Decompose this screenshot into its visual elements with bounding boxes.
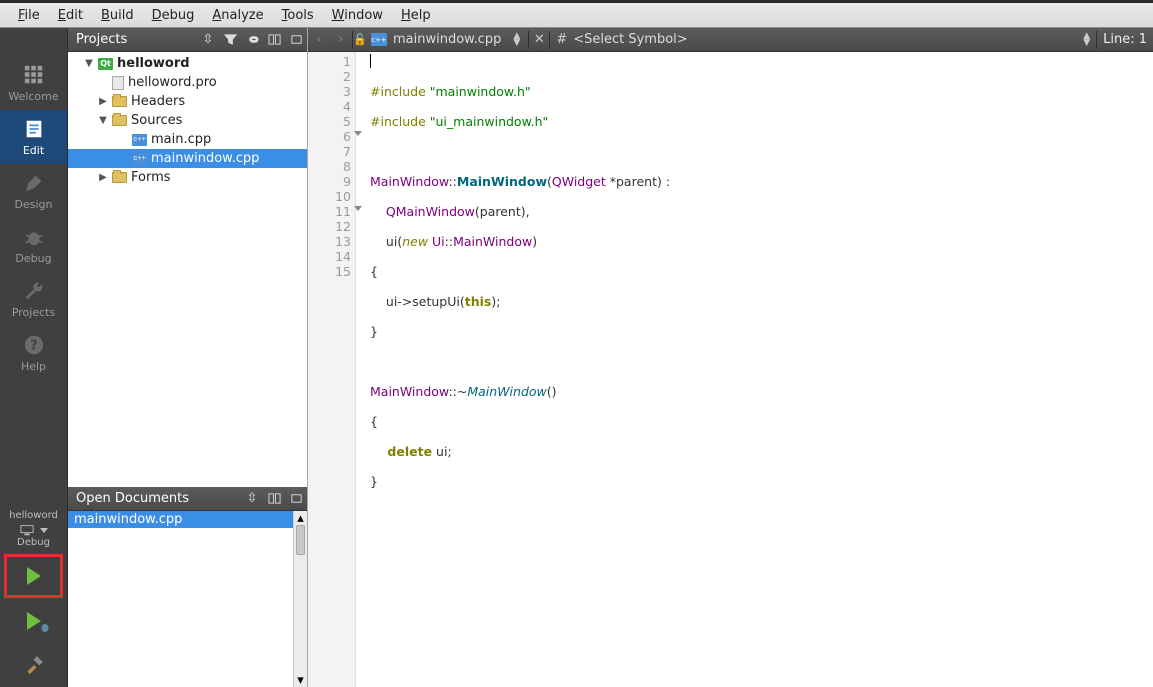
projects-panel-title: Projects	[76, 32, 197, 47]
tree-label: main.cpp	[151, 132, 211, 147]
build-button[interactable]	[0, 643, 67, 687]
run-button[interactable]	[4, 554, 63, 598]
split-icon[interactable]	[263, 492, 285, 505]
mode-debug[interactable]: Debug	[0, 218, 67, 272]
cpp-file-icon: c++	[132, 153, 147, 165]
bug-icon	[23, 226, 45, 248]
target-selector[interactable]: helloword Debug	[0, 505, 67, 553]
editor-toolbar: ‹ › 🔓 c++ mainwindow.cpp ▲▼ ✕ # <Select …	[308, 28, 1153, 52]
folder-icon	[112, 96, 127, 107]
tree-label: helloword	[117, 56, 190, 71]
mode-label: Debug	[15, 252, 51, 265]
projects-panel-header: Projects ⇳	[68, 28, 307, 52]
open-documents-panel: Open Documents ⇳ mainwindow.cpp ▴ ▾	[68, 487, 307, 687]
grid-icon	[23, 64, 45, 86]
menu-bar: File Edit Build Debug Analyze Tools Wind…	[0, 0, 1153, 28]
play-icon	[27, 567, 41, 585]
chevron-down-icon	[40, 528, 48, 533]
open-documents-header: Open Documents ⇳	[68, 487, 307, 511]
tree-sources[interactable]: ▼ Sources	[68, 111, 307, 130]
filter-icon[interactable]	[219, 33, 241, 46]
qt-project-icon: Qt	[98, 58, 113, 70]
project-tree[interactable]: ▼ Qt helloword ▶ helloword.pro ▶ Headers…	[68, 52, 307, 487]
tree-source-item[interactable]: ▶ c++ main.cpp	[68, 130, 307, 149]
menu-build[interactable]: Build	[93, 6, 142, 25]
mode-label: Projects	[12, 306, 55, 319]
mode-help[interactable]: ? Help	[0, 326, 67, 380]
menu-debug[interactable]: Debug	[144, 6, 203, 25]
svg-text:?: ?	[30, 338, 37, 353]
scroll-down-button[interactable]: ▾	[294, 673, 307, 687]
menu-help[interactable]: Help	[393, 6, 439, 25]
wrench-icon	[23, 280, 45, 302]
hammer-icon	[24, 655, 44, 675]
document-icon	[23, 118, 45, 140]
editor-area: ‹ › 🔓 c++ mainwindow.cpp ▲▼ ✕ # <Select …	[308, 28, 1153, 687]
run-debug-button[interactable]	[0, 599, 67, 643]
mode-welcome[interactable]: Welcome	[0, 56, 67, 110]
nav-back-button[interactable]: ‹	[308, 32, 330, 47]
scrollbar[interactable]: ▴ ▾	[293, 511, 307, 687]
updown-icon[interactable]: ⇳	[197, 32, 219, 47]
link-icon[interactable]	[241, 33, 263, 46]
scroll-up-button[interactable]: ▴	[294, 511, 307, 525]
mode-label: Help	[21, 360, 46, 373]
target-project-label: helloword	[0, 509, 67, 522]
cpp-file-icon: c++	[132, 134, 147, 146]
split-icon[interactable]	[263, 33, 285, 46]
tree-headers[interactable]: ▶ Headers	[68, 92, 307, 111]
open-documents-title: Open Documents	[76, 491, 241, 506]
mode-label: Welcome	[8, 90, 58, 103]
line-gutter: 1 2 3 4 5 6 7 8 9 10 11 12 13 14 15	[308, 52, 356, 687]
pro-file-icon	[112, 76, 124, 90]
menu-tools[interactable]: Tools	[274, 6, 322, 25]
menu-analyze[interactable]: Analyze	[204, 6, 271, 25]
menu-edit[interactable]: Edit	[50, 6, 91, 25]
bug-overlay-icon	[39, 621, 51, 633]
pencil-icon	[23, 172, 45, 194]
tree-label: mainwindow.cpp	[151, 151, 259, 166]
code-content[interactable]: #include "mainwindow.h" #include "ui_mai…	[356, 52, 1153, 687]
tree-forms[interactable]: ▶ Forms	[68, 168, 307, 187]
close-editor-button[interactable]: ✕	[529, 32, 549, 47]
updown-icon[interactable]: ▲▼	[513, 33, 520, 47]
mode-label: Edit	[23, 144, 44, 157]
tree-pro-file[interactable]: ▶ helloword.pro	[68, 73, 307, 92]
open-documents-list[interactable]: mainwindow.cpp ▴ ▾	[68, 511, 307, 687]
question-icon: ?	[23, 334, 45, 356]
updown-icon[interactable]: ⇳	[241, 491, 263, 506]
tree-root[interactable]: ▼ Qt helloword	[68, 54, 307, 73]
tree-label: Forms	[131, 170, 171, 185]
tree-label: helloword.pro	[128, 75, 217, 90]
editor-filename[interactable]: mainwindow.cpp	[393, 32, 501, 47]
mode-projects[interactable]: Projects	[0, 272, 67, 326]
close-panel-icon[interactable]	[285, 33, 307, 46]
lock-icon[interactable]: 🔓	[353, 33, 371, 46]
cpp-file-icon: c++	[371, 33, 387, 46]
code-editor[interactable]: 1 2 3 4 5 6 7 8 9 10 11 12 13 14 15	[308, 52, 1153, 687]
symbol-hash-icon: #	[550, 32, 573, 47]
monitor-icon	[20, 524, 34, 536]
mode-label: Design	[15, 198, 53, 211]
tree-label: Headers	[131, 94, 185, 109]
menu-window[interactable]: Window	[324, 6, 391, 25]
line-indicator[interactable]: Line: 1	[1097, 32, 1153, 47]
target-kit-label: Debug	[0, 536, 67, 549]
folder-icon	[112, 115, 127, 126]
open-document-item[interactable]: mainwindow.cpp	[68, 511, 293, 528]
mode-edit[interactable]: Edit	[0, 110, 67, 164]
nav-forward-button[interactable]: ›	[330, 32, 352, 47]
scroll-thumb[interactable]	[296, 525, 305, 555]
side-panels: Projects ⇳ ▼ Qt helloword ▶ helloword.pr…	[68, 28, 308, 687]
tree-label: Sources	[131, 113, 182, 128]
updown-icon[interactable]: ▲▼	[1083, 33, 1096, 47]
mode-design[interactable]: Design	[0, 164, 67, 218]
text-cursor	[370, 54, 371, 68]
tree-source-item[interactable]: ▶ c++ mainwindow.cpp	[68, 149, 307, 168]
menu-file[interactable]: File	[10, 6, 48, 25]
symbol-selector[interactable]: <Select Symbol>	[573, 32, 687, 47]
mode-sidebar: Welcome Edit Design Debug Projects ? Hel…	[0, 28, 68, 687]
folder-icon	[112, 172, 127, 183]
close-panel-icon[interactable]	[285, 492, 307, 505]
